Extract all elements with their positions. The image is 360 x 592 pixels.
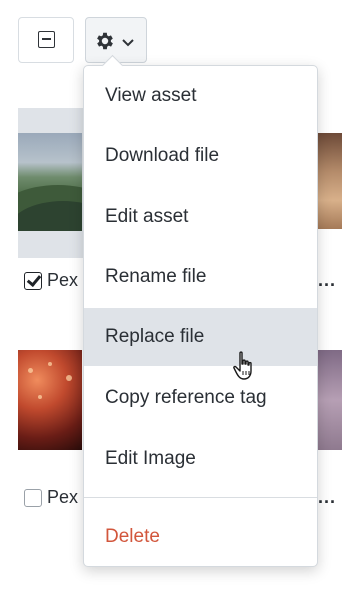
menu-item-download-file[interactable]: Download file [84, 127, 317, 185]
asset-name: Pex [47, 270, 79, 290]
asset-thumbnail[interactable] [18, 350, 82, 450]
asset-more-button[interactable]: ... [318, 487, 336, 508]
asset-more-button[interactable]: ... [318, 270, 336, 291]
bulk-select-button[interactable] [18, 17, 74, 63]
minus-checkbox-icon [38, 31, 55, 48]
chevron-down-icon [121, 35, 135, 47]
asset-thumbnail[interactable] [318, 133, 342, 229]
menu-item-delete[interactable]: Delete [84, 508, 317, 566]
asset-name: Pex [47, 487, 79, 507]
menu-item-view-asset[interactable]: View asset [84, 67, 317, 125]
menu-item-edit-image[interactable]: Edit Image [84, 430, 317, 488]
menu-item-edit-asset[interactable]: Edit asset [84, 188, 317, 246]
menu-item-rename-file[interactable]: Rename file [84, 248, 317, 306]
asset-thumbnail[interactable] [318, 350, 342, 450]
hand-pointer-cursor-icon [233, 351, 252, 380]
asset-thumbnail[interactable] [18, 133, 82, 231]
menu-item-replace-file[interactable]: Replace file [84, 308, 317, 366]
asset-actions-menu: View asset Download file Edit asset Rena… [83, 65, 318, 567]
menu-divider [84, 497, 317, 498]
menu-item-copy-reference-tag[interactable]: Copy reference tag [84, 369, 317, 427]
actions-menu-button[interactable] [85, 17, 147, 63]
asset-checkbox[interactable] [24, 489, 42, 507]
gear-icon [94, 30, 116, 52]
asset-checkbox[interactable] [24, 272, 42, 290]
